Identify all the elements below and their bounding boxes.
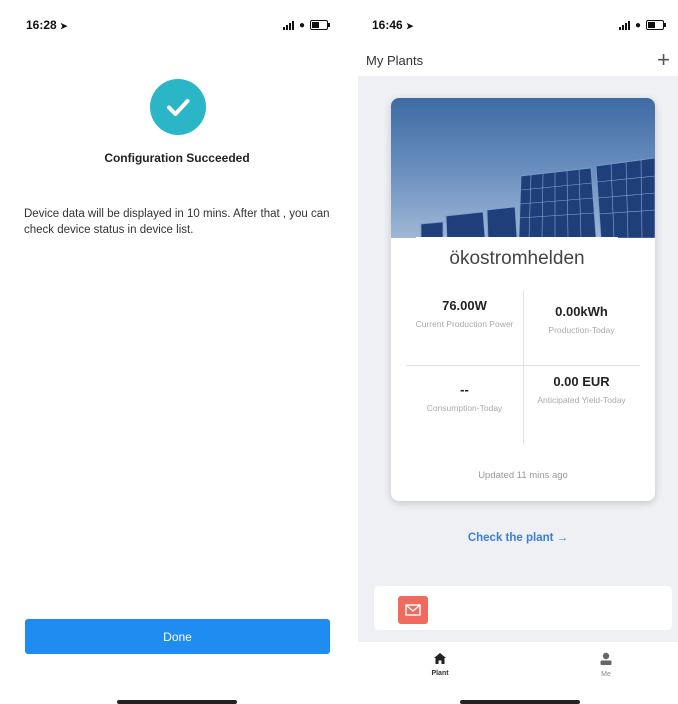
check-plant-link[interactable]: Check the plant → xyxy=(358,532,678,544)
status-time: 16:28 xyxy=(26,18,57,32)
app-header: My Plants + xyxy=(358,44,678,76)
done-button[interactable]: Done xyxy=(25,619,330,654)
signal-icon xyxy=(282,20,294,30)
stat-value: 0.00 EUR xyxy=(553,374,610,389)
page-title: My Plants xyxy=(366,52,424,68)
home-icon xyxy=(434,653,446,664)
user-icon xyxy=(600,652,612,665)
signal-icon xyxy=(618,20,630,30)
stat-label: Current Production Power xyxy=(415,319,514,329)
status-bar: 16:28 ➤ ● xyxy=(12,6,342,44)
wifi-icon: ● xyxy=(634,19,641,31)
mail-icon xyxy=(398,596,428,624)
tab-plant[interactable]: Plant xyxy=(410,652,470,677)
stat-production-today: 0.00kWh Production-Today xyxy=(523,304,640,336)
config-success-screen: 16:28 ➤ ● Configuration Succeeded Device… xyxy=(12,6,342,704)
plant-photo xyxy=(391,98,655,238)
location-arrow-icon: ➤ xyxy=(406,21,414,31)
add-plant-icon[interactable]: + xyxy=(657,49,670,71)
status-bar: 16:46 ➤ ● xyxy=(358,6,678,44)
tab-bar: Plant Me xyxy=(358,642,678,704)
notice-card[interactable] xyxy=(374,586,672,630)
tab-label: Plant xyxy=(431,670,449,677)
stat-label: Production-Today xyxy=(548,325,615,335)
updated-text: Updated 11 mins ago xyxy=(478,470,568,481)
stat-yield-today: 0.00 EUR Anticipated Yield-Today xyxy=(523,374,640,406)
stat-consumption-today: -- Consumption-Today xyxy=(406,382,523,414)
stat-label: Consumption-Today xyxy=(426,403,503,413)
checkmark-icon xyxy=(150,79,206,135)
plant-card[interactable]: ökostromhelden 76.00W Current Production… xyxy=(391,98,655,501)
success-title: Configuration Succeeded xyxy=(104,151,250,165)
home-indicator xyxy=(460,700,580,704)
plant-name: ökostromhelden xyxy=(416,237,618,281)
plant-stats: 76.00W Current Production Power 0.00kWh … xyxy=(406,290,640,445)
status-icons: ● xyxy=(618,19,666,31)
stat-label: Anticipated Yield-Today xyxy=(537,395,626,405)
home-indicator xyxy=(117,700,237,704)
status-time: 16:46 xyxy=(372,18,403,32)
stat-value: -- xyxy=(460,382,469,397)
tab-me[interactable]: Me xyxy=(576,652,636,678)
location-arrow-icon: ➤ xyxy=(60,21,68,31)
status-icons: ● xyxy=(282,19,330,31)
stat-value: 0.00kWh xyxy=(555,304,608,319)
battery-icon xyxy=(310,20,330,30)
success-message: Device data will be displayed in 10 mins… xyxy=(24,208,330,236)
stat-current-power: 76.00W Current Production Power xyxy=(406,298,523,330)
stat-value: 76.00W xyxy=(442,298,487,313)
my-plants-screen: 16:46 ➤ ● My Plants + ökostromhelden 76.… xyxy=(358,6,678,704)
battery-icon xyxy=(646,20,666,30)
wifi-icon: ● xyxy=(298,19,305,31)
tab-label: Me xyxy=(601,671,611,678)
